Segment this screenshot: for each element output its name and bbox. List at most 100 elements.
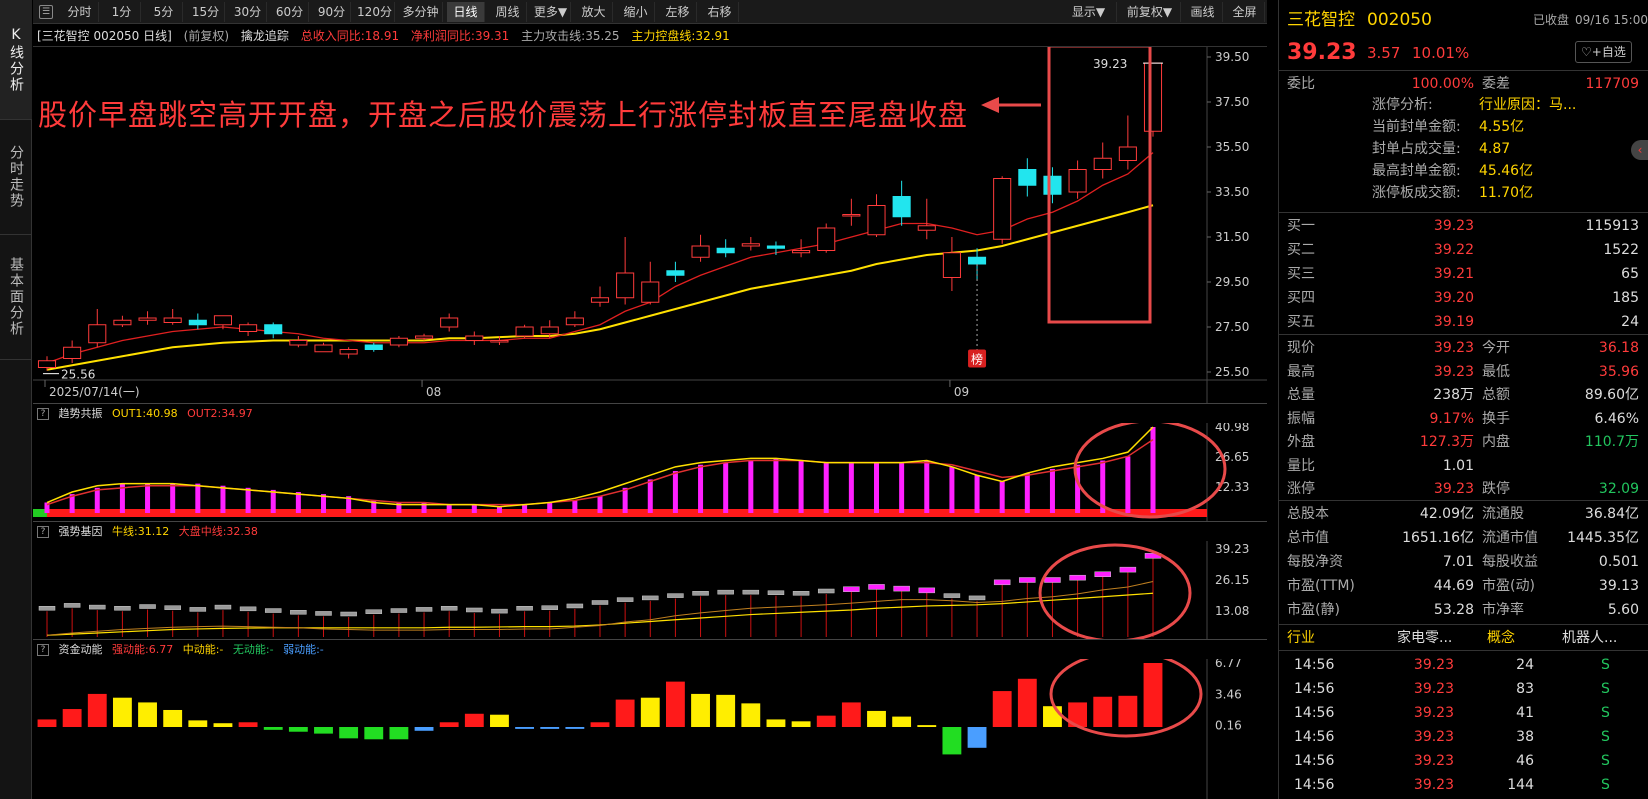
toolbar-btn-13[interactable]: 缩小 bbox=[617, 2, 655, 22]
energy-bar bbox=[766, 719, 786, 727]
strong-box bbox=[943, 593, 961, 598]
energy-bar bbox=[490, 714, 509, 727]
energy-bar bbox=[640, 697, 660, 727]
candle bbox=[188, 319, 207, 326]
trend-bar bbox=[647, 479, 653, 513]
toolbar-btn-6[interactable]: 90分 bbox=[313, 2, 351, 22]
trend-bar bbox=[145, 483, 151, 513]
energy-bar bbox=[515, 727, 535, 729]
strong-box bbox=[667, 593, 684, 598]
concept-value[interactable]: 机器人... bbox=[1562, 626, 1617, 650]
toolbar-btn-10[interactable]: 周线 bbox=[489, 2, 527, 22]
strong-gene-chart[interactable]: 39.23 26.15 13.08 bbox=[33, 541, 1267, 639]
tick-volume: 144 bbox=[1507, 777, 1534, 793]
bid-volume: 65 bbox=[1621, 266, 1639, 282]
trend-bar bbox=[446, 504, 452, 513]
fund-value: 39.13 bbox=[1598, 578, 1639, 594]
side-tabs: K线分析 分时走势 基本面分析 bbox=[0, 0, 32, 799]
highlight-ellipse bbox=[1073, 423, 1227, 519]
tab-fundamentals[interactable]: 基本面分析 bbox=[0, 235, 32, 360]
stat-row: 外盘 127.3万 内盘 110.7万 bbox=[1279, 430, 1648, 454]
stat-label: 跌停 bbox=[1482, 481, 1510, 497]
energy-bar bbox=[263, 727, 283, 730]
candle bbox=[590, 297, 610, 303]
candle bbox=[213, 315, 233, 326]
toolbar-btn-11[interactable]: 更多▼ bbox=[531, 2, 571, 22]
trend-bar bbox=[773, 458, 779, 513]
strong-box bbox=[968, 595, 986, 601]
candle bbox=[63, 346, 82, 359]
x-tick-label: 09 bbox=[954, 385, 969, 399]
tick-side: S bbox=[1601, 729, 1610, 745]
tab-kline[interactable]: K线分析 bbox=[0, 0, 32, 120]
toolbar-right-btn-3[interactable]: 全屏 bbox=[1225, 2, 1265, 22]
toolbar-right-btn-1[interactable]: 前复权▼ bbox=[1119, 2, 1181, 22]
limit-value[interactable]: 行业原因：马... bbox=[1479, 94, 1576, 116]
toolbar-btn-12[interactable]: 放大 bbox=[575, 2, 613, 22]
toolbar-btn-0[interactable]: 分时 bbox=[61, 2, 99, 22]
bid-volume: 1522 bbox=[1603, 242, 1639, 258]
candle bbox=[289, 340, 308, 346]
fund-row: 市盈(TTM) 44.69 市盈(动) 39.13 bbox=[1279, 574, 1648, 598]
stat-label: 振幅 bbox=[1287, 410, 1315, 427]
bid-row: 买二 39.22 1522 bbox=[1279, 238, 1648, 262]
profit-yoy: 净利润同比:39.31 bbox=[410, 29, 510, 43]
strong-box bbox=[340, 611, 357, 617]
toolbar-btn-2[interactable]: 5分 bbox=[145, 2, 183, 22]
add-favorite-button[interactable]: ♡+自选 bbox=[1575, 41, 1632, 63]
toolbar-btn-14[interactable]: 左移 bbox=[659, 2, 697, 22]
bid-volume: 115913 bbox=[1585, 218, 1639, 234]
toolbar-right-btn-2[interactable]: 画线 bbox=[1183, 2, 1223, 22]
fund-label: 市盈(静) bbox=[1287, 602, 1340, 618]
collapse-arrow-icon[interactable]: ‹ bbox=[1631, 140, 1648, 160]
energy-bar bbox=[892, 716, 912, 727]
energy-bar bbox=[691, 693, 710, 727]
strong-box bbox=[918, 587, 936, 594]
energy-bar bbox=[992, 691, 1012, 727]
stat-label: 总额 bbox=[1482, 387, 1510, 403]
stock-name: 三花智控 bbox=[1287, 10, 1355, 30]
sub1-name: 趋势共振 bbox=[58, 407, 103, 420]
trend-bar bbox=[170, 483, 176, 513]
stat-value: 110.7万 bbox=[1584, 434, 1639, 450]
menu-square-icon[interactable]: ☰ bbox=[39, 5, 53, 19]
energy-bar bbox=[389, 727, 409, 740]
toolbar-btn-7[interactable]: 120分 bbox=[355, 2, 395, 22]
help-icon[interactable]: ? bbox=[37, 526, 49, 538]
highlight-ellipse bbox=[1038, 543, 1192, 639]
toolbar-btn-9[interactable]: 日线 bbox=[447, 2, 485, 22]
toolbar-btn-3[interactable]: 15分 bbox=[187, 2, 225, 22]
stat-label: 现价 bbox=[1287, 340, 1315, 356]
trend-bar bbox=[698, 464, 704, 513]
sub2-niu: 牛线:31.12 bbox=[112, 525, 170, 538]
toolbar-btn-5[interactable]: 60分 bbox=[271, 2, 309, 22]
bid-label: 买三 bbox=[1287, 266, 1315, 282]
candle bbox=[163, 317, 182, 323]
candle bbox=[540, 326, 559, 335]
trend-bar bbox=[522, 504, 528, 513]
indicator-name: 擒龙追踪 bbox=[240, 29, 289, 43]
strong-box bbox=[440, 606, 458, 611]
energy-bar bbox=[565, 727, 585, 729]
trend-resonance-chart[interactable]: 40.9826.6512.33⚙ bbox=[33, 423, 1267, 521]
weicha-label: 委差 bbox=[1482, 76, 1510, 92]
tick-row: 14:56 39.23 24 S bbox=[1279, 653, 1648, 677]
tick-time: 14:56 bbox=[1294, 681, 1335, 697]
trend-bar bbox=[748, 460, 754, 513]
toolbar-btn-8[interactable]: 多分钟 bbox=[399, 2, 443, 22]
toolbar-btn-15[interactable]: 右移 bbox=[701, 2, 739, 22]
tab-intraday[interactable]: 分时走势 bbox=[0, 120, 32, 235]
toolbar-btn-4[interactable]: 30分 bbox=[229, 2, 267, 22]
industry-value[interactable]: 家电零... bbox=[1397, 626, 1452, 650]
limit-value: 45.46亿 bbox=[1479, 163, 1534, 179]
fund-energy-chart[interactable]: 6.77 3.46 0.16 bbox=[33, 659, 1267, 799]
toolbar-btn-1[interactable]: 1分 bbox=[103, 2, 141, 22]
sub3-name: 资金动能 bbox=[58, 643, 103, 656]
fund-row: 市盈(静) 53.28 市净率 5.60 bbox=[1279, 598, 1648, 622]
stat-label: 内盘 bbox=[1482, 434, 1510, 450]
help-icon[interactable]: ? bbox=[37, 644, 49, 656]
help-icon[interactable]: ? bbox=[37, 408, 49, 420]
fund-row: 每股净资 7.01 每股收益 0.501 bbox=[1279, 550, 1648, 574]
toolbar-right-btn-0[interactable]: 显示▼ bbox=[1061, 2, 1117, 22]
energy-bar bbox=[590, 722, 610, 727]
